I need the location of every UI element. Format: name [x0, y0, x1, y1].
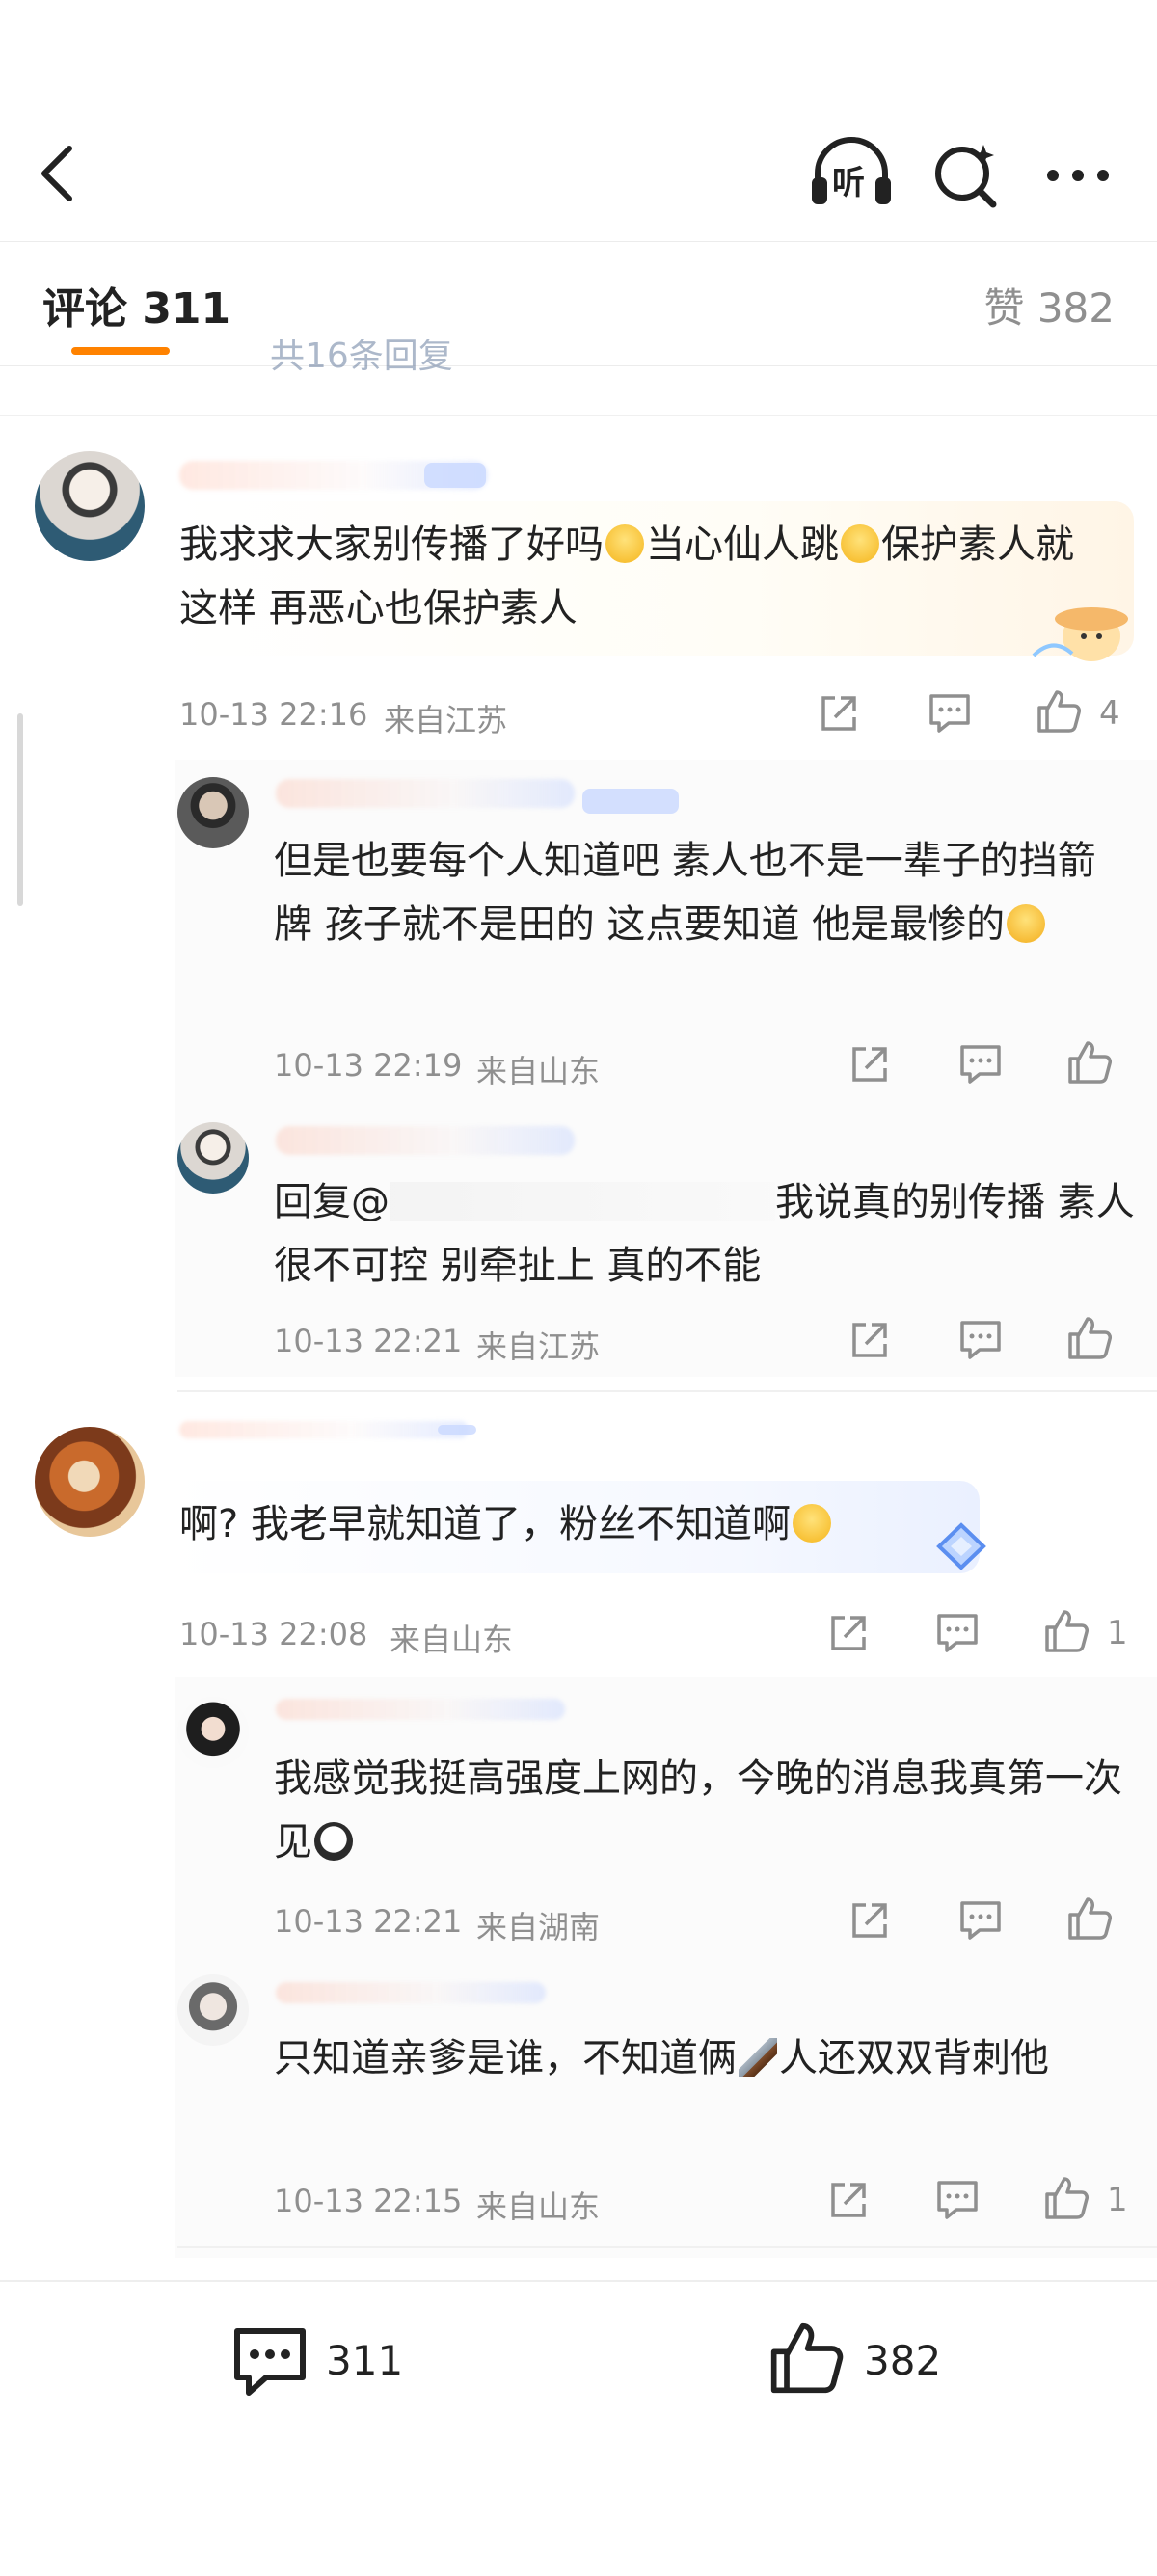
divider [177, 2246, 1157, 2248]
comment-bubble-icon[interactable] [231, 2325, 309, 2399]
avatar[interactable] [177, 1697, 249, 1768]
reply-icon[interactable] [958, 1899, 1003, 1942]
username-blurred[interactable] [179, 1421, 469, 1438]
comment-location: 来自江苏 [384, 702, 508, 738]
bottom-comment-count[interactable]: 311 [326, 2337, 403, 2384]
like-icon[interactable] [1043, 1608, 1090, 1654]
headphones-icon[interactable]: 听 [808, 135, 895, 212]
panda-emoji-icon [314, 1822, 353, 1861]
comment-location: 来自山东 [390, 1622, 514, 1658]
chevron-left-icon[interactable] [35, 143, 77, 204]
like-icon[interactable] [1036, 688, 1082, 735]
share-icon[interactable] [848, 1899, 891, 1942]
divider [177, 1390, 1157, 1392]
fan-badge-blurred [424, 463, 486, 488]
reply-text: 但是也要每个人知道吧 素人也不是一辈子的挡箭牌 孩子就不是田的 这点要知道 他是… [274, 839, 1096, 947]
reply-text: 回复@ 我说真的别传播 素人很不可控 别牵扯上 真的不能 [274, 1180, 1135, 1288]
scrollbar[interactable] [17, 713, 23, 906]
tab-likes[interactable]: 赞 382 [983, 276, 1115, 335]
like-icon[interactable] [1066, 1895, 1113, 1942]
reply-location: 来自湖南 [476, 1909, 601, 1945]
comment-time: 10-13 22:16 [179, 696, 368, 733]
reply-location: 来自山东 [476, 1053, 601, 1089]
reply-text: 我感觉我挺高强度上网的，今晚的消息我真第一次见 [274, 1757, 1122, 1865]
avatar[interactable] [35, 451, 145, 561]
reply-text: 只知道亲爹是谁，不知道俩 人还双双背刺他 [274, 2036, 1049, 2080]
active-tab-indicator [71, 347, 170, 355]
username-blurred[interactable] [276, 779, 575, 808]
bottom-action-bar [0, 2280, 1157, 2576]
avatar[interactable] [177, 1122, 249, 1194]
laugh-tears-emoji-icon [792, 1504, 831, 1543]
reply-location: 来自山东 [476, 2188, 601, 2225]
like-icon[interactable] [1043, 2175, 1090, 2221]
sweat-emoji-icon [1007, 904, 1046, 943]
share-icon[interactable] [848, 1319, 891, 1361]
comment-time: 10-13 22:08 [179, 1616, 368, 1652]
avatar[interactable] [177, 777, 249, 848]
mention-blurred[interactable] [390, 1182, 775, 1221]
avatar[interactable] [35, 1427, 145, 1537]
username-blurred[interactable] [276, 1982, 546, 2003]
smile-emoji-icon [841, 524, 879, 563]
reply-time: 10-13 22:21 [274, 1903, 463, 1940]
comment-text: 啊? 我老早就知道了，粉丝不知道啊 [179, 1492, 1009, 1556]
reply-icon[interactable] [958, 1043, 1003, 1086]
knife-emoji-icon [739, 2038, 777, 2077]
like-count: 4 [1099, 694, 1120, 733]
share-icon[interactable] [827, 2179, 870, 2221]
share-icon[interactable] [848, 1043, 891, 1086]
share-icon[interactable] [818, 692, 860, 735]
more-dots-icon[interactable] [1043, 166, 1113, 185]
reply-icon[interactable] [935, 1612, 980, 1654]
partial-reply-count[interactable]: 共16条回复 [270, 339, 453, 374]
like-count: 1 [1107, 1614, 1128, 1652]
fan-badge-blurred [438, 1425, 476, 1435]
tab-comments[interactable]: 评论 311 [42, 274, 230, 335]
like-icon[interactable] [1066, 1315, 1113, 1361]
reply-time: 10-13 22:15 [274, 2183, 463, 2219]
bottom-like-count[interactable]: 382 [864, 2337, 941, 2384]
username-blurred[interactable] [276, 1126, 575, 1155]
fan-badge-blurred [582, 789, 679, 814]
username-blurred[interactable] [276, 1699, 565, 1720]
reply-icon[interactable] [935, 2179, 980, 2221]
like-icon[interactable] [1066, 1039, 1113, 1086]
reply-location: 来自江苏 [476, 1328, 601, 1365]
reply-time: 10-13 22:19 [274, 1047, 463, 1084]
smile-emoji-icon [605, 524, 644, 563]
listen-label: 听 [832, 164, 865, 202]
comment-text: 我求求大家别传播了好吗 当心仙人跳 保护素人就这样 再恶心也保护素人 [179, 523, 1074, 631]
reply-time: 10-13 22:21 [274, 1323, 463, 1359]
avatar[interactable] [177, 1974, 249, 2046]
like-count: 1 [1107, 2181, 1128, 2219]
reply-icon[interactable] [928, 692, 972, 735]
reply-icon[interactable] [958, 1319, 1003, 1361]
thumbs-up-icon[interactable] [767, 2320, 845, 2397]
share-icon[interactable] [827, 1612, 870, 1654]
divider [0, 415, 1157, 416]
search-sparkle-icon[interactable] [931, 137, 1001, 210]
